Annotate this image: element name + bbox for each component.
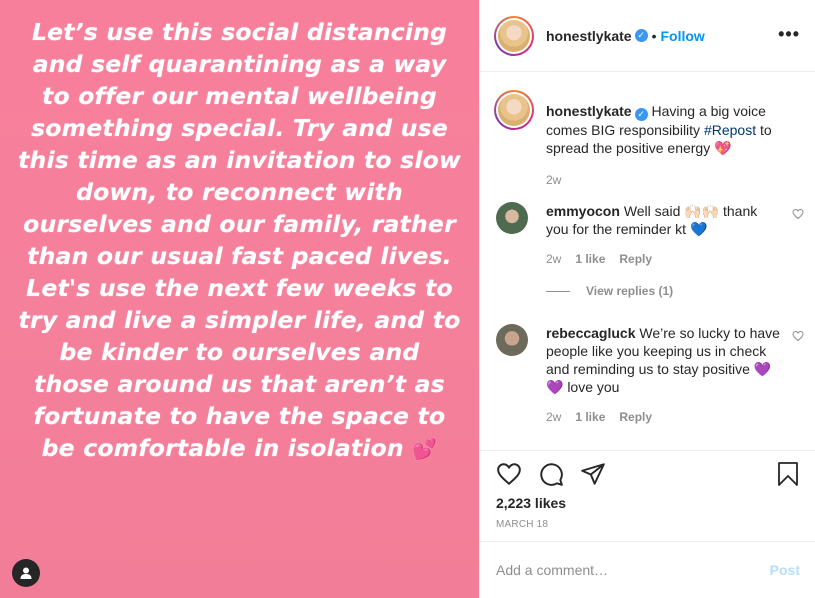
view-replies-label[interactable]: View replies (1) xyxy=(586,284,673,298)
comment-likes[interactable]: 1 like xyxy=(575,410,605,424)
comment-avatar[interactable] xyxy=(496,324,528,356)
post-overlay-text: Let’s use this social distancing and sel… xyxy=(18,16,461,465)
like-heart-icon[interactable] xyxy=(496,461,522,487)
comment-time[interactable]: 2w xyxy=(546,252,561,266)
post-date[interactable]: MARCH 18 xyxy=(496,519,548,530)
header-separator: • xyxy=(651,27,657,44)
post-header: honestlykate ✓ • Follow ••• xyxy=(480,0,815,72)
comment-avatar[interactable] xyxy=(496,202,528,234)
comment-input[interactable] xyxy=(496,562,770,578)
likes-count[interactable]: 2,223 likes xyxy=(496,495,566,511)
caption-meta: 2w xyxy=(546,171,801,189)
avatar[interactable] xyxy=(494,15,534,56)
post-text-emoji: 💕 xyxy=(412,437,438,461)
caption-username[interactable]: honestlykate xyxy=(546,103,632,119)
like-comment-heart-icon[interactable] xyxy=(792,208,804,220)
post-sidebar: honestlykate ✓ • Follow ••• honestlykate… xyxy=(479,0,815,598)
tagged-users-button[interactable] xyxy=(12,559,40,587)
more-options-icon[interactable]: ••• xyxy=(778,24,800,45)
post-comment-button[interactable]: Post xyxy=(770,562,800,578)
view-replies-button[interactable]: View replies (1) xyxy=(546,284,673,298)
caption-hashtag[interactable]: #Repost xyxy=(704,122,756,138)
verified-badge-icon: ✓ xyxy=(634,107,648,121)
comment-body: rebeccagluck We’re so lucky to have peop… xyxy=(546,324,782,426)
bookmark-icon[interactable] xyxy=(776,461,800,487)
reply-button[interactable]: Reply xyxy=(619,410,652,424)
replies-divider xyxy=(546,290,570,292)
verified-badge-icon: ✓ xyxy=(634,29,648,42)
comments-section: honestlykate ✓ Having a big voice comes B… xyxy=(480,72,815,450)
add-comment-bar: Post xyxy=(480,541,815,598)
reply-button[interactable]: Reply xyxy=(619,252,652,266)
post-actions: 2,223 likes MARCH 18 xyxy=(480,450,815,540)
caption-body: honestlykate ✓ Having a big voice comes B… xyxy=(546,102,801,189)
share-paper-plane-icon[interactable] xyxy=(580,461,606,487)
post-text-body: Let’s use this social distancing and sel… xyxy=(18,18,461,462)
like-comment-heart-icon[interactable] xyxy=(792,330,804,342)
comment-time[interactable]: 2w xyxy=(546,410,561,424)
action-icons xyxy=(496,461,606,487)
header-username[interactable]: honestlykate xyxy=(546,28,632,44)
caption-time[interactable]: 2w xyxy=(546,173,561,187)
comment-meta: 2w 1 like Reply xyxy=(546,408,782,426)
comment-meta: 2w 1 like Reply xyxy=(546,250,782,268)
comment-username[interactable]: rebeccagluck xyxy=(546,325,636,341)
comment-username[interactable]: emmyocon xyxy=(546,203,620,219)
follow-button[interactable]: Follow xyxy=(661,28,705,44)
comment-bubble-icon[interactable] xyxy=(538,461,564,487)
post-image[interactable]: Let’s use this social distancing and sel… xyxy=(0,0,479,598)
comment-likes[interactable]: 1 like xyxy=(575,252,605,266)
caption-avatar[interactable] xyxy=(494,90,534,130)
comment-body: emmyocon Well said 🙌🏻🙌🏻 thank you for th… xyxy=(546,202,782,268)
user-icon xyxy=(20,567,32,579)
